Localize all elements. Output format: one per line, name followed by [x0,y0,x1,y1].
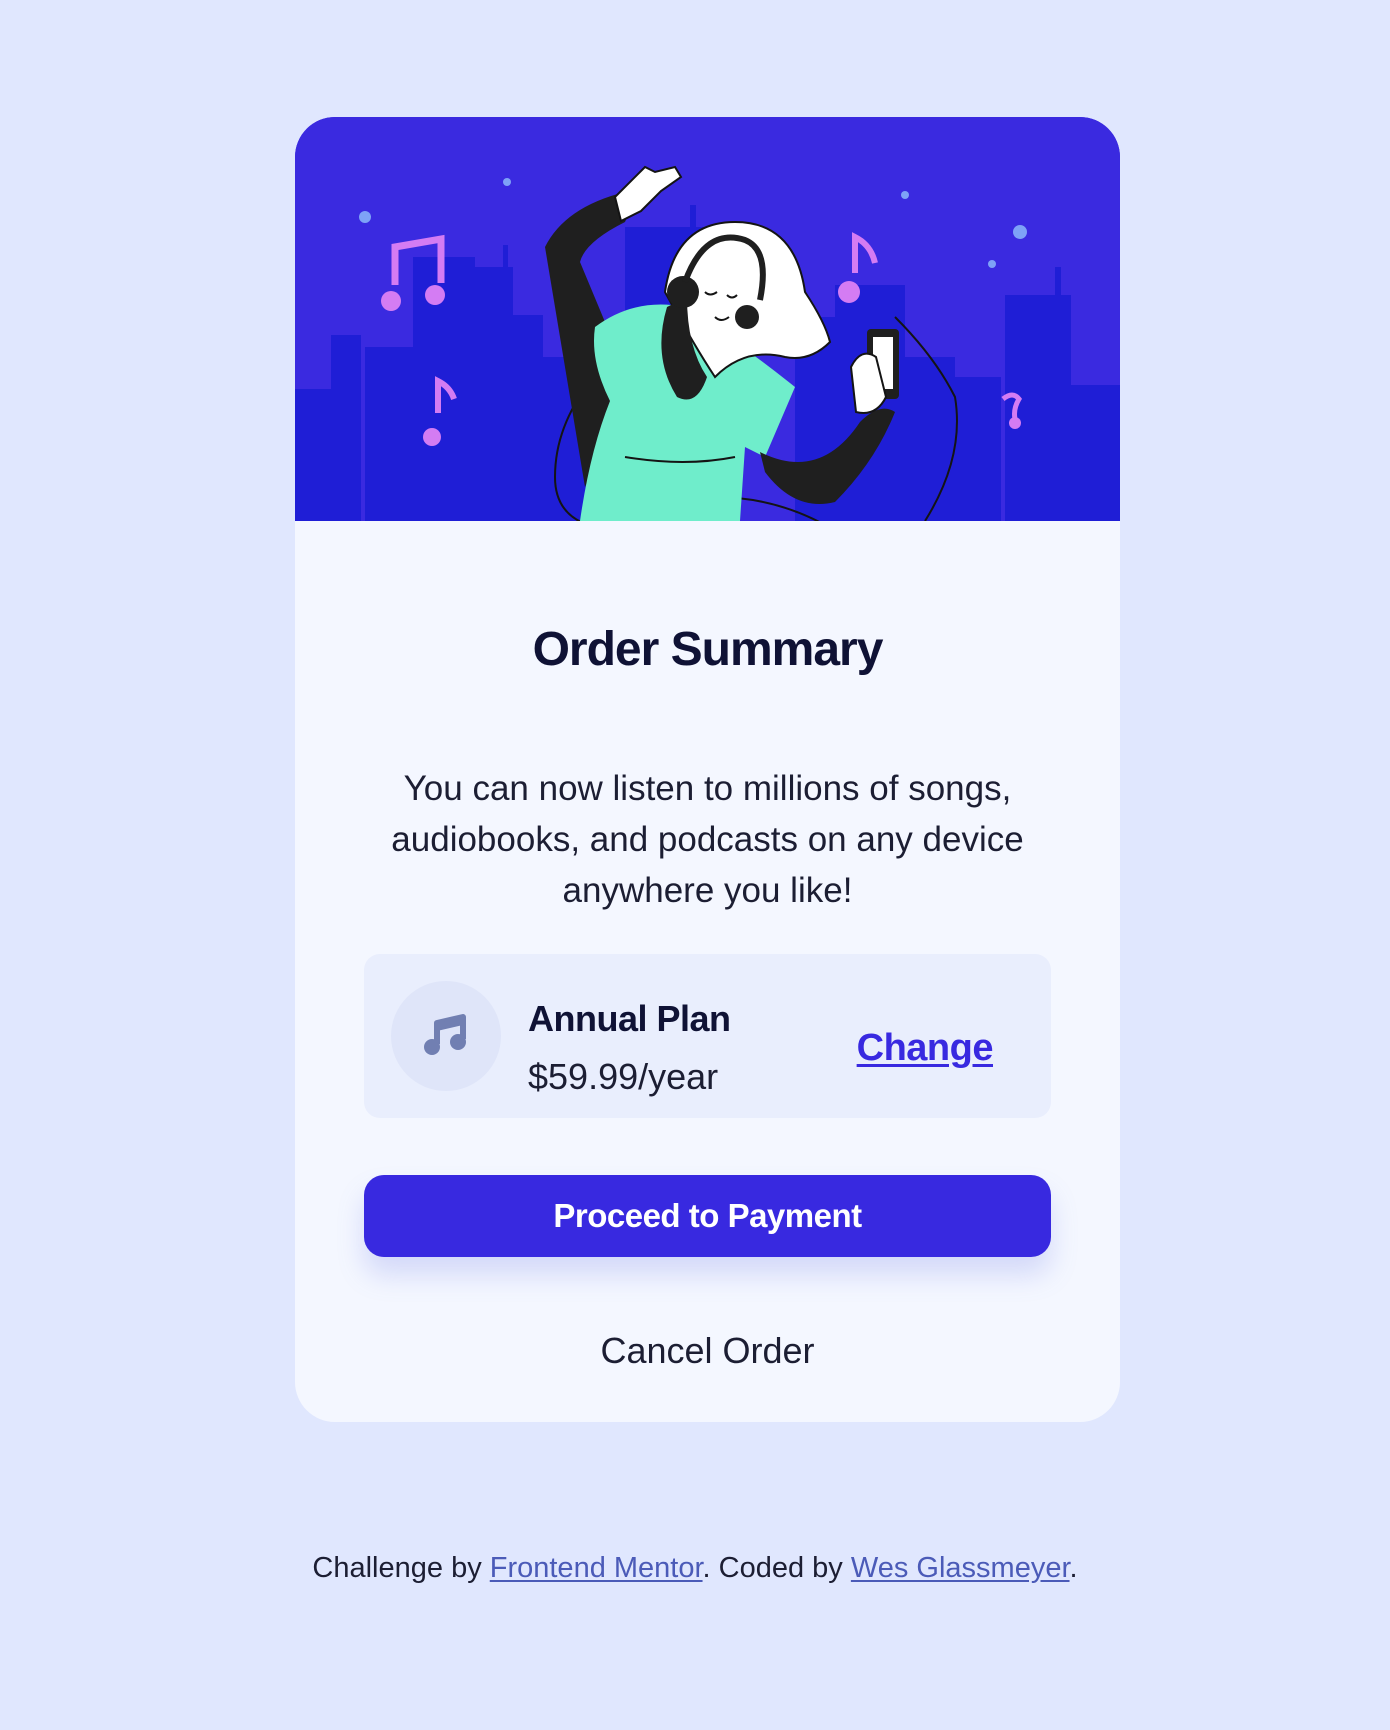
plan-summary: Annual Plan $59.99/year Change [364,954,1051,1118]
music-note-icon [424,1014,466,1055]
plan-name: Annual Plan [528,998,731,1039]
attribution-footer: Challenge by Frontend Mentor. Coded by W… [0,1552,1390,1585]
cancel-order-button[interactable]: Cancel Order [295,1330,1120,1372]
plan-price: $59.99/year [528,1056,719,1097]
plan-icon-circle [391,981,501,1091]
dancing-woman-illustration [295,117,1120,521]
frontend-mentor-link[interactable]: Frontend Mentor [490,1552,703,1584]
proceed-to-payment-button[interactable]: Proceed to Payment [364,1175,1051,1257]
card-title: Order Summary [532,623,884,676]
order-summary-card: Order Summary You can now listen to mill… [295,117,1120,1422]
attribution-middle: . Coded by [702,1552,851,1584]
attribution-suffix: . [1069,1552,1078,1584]
card-description: You can now listen to millions of songs,… [391,769,1024,910]
change-plan-link[interactable]: Change [857,1027,994,1070]
author-link[interactable]: Wes Glassmeyer [851,1552,1070,1584]
hero-illustration [295,117,1120,521]
attribution-prefix: Challenge by [312,1552,490,1584]
